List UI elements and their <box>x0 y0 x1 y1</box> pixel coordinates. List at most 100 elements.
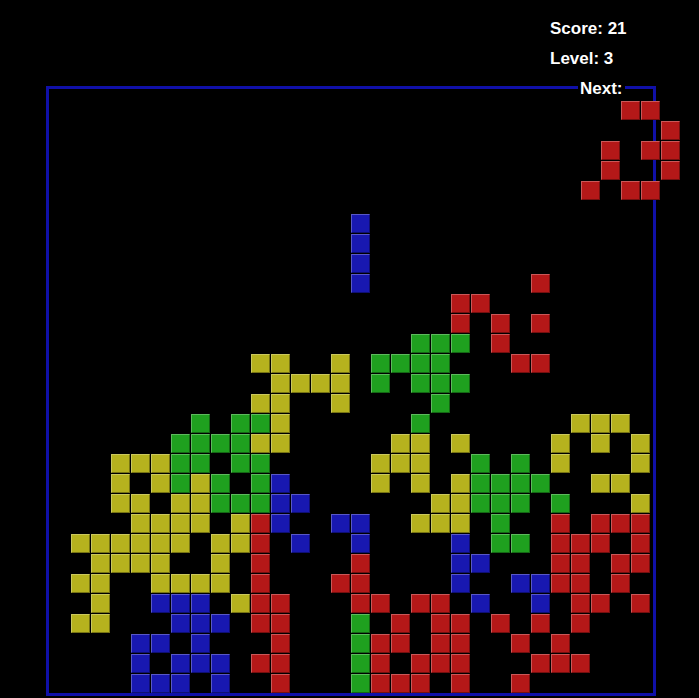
board-cell <box>330 173 350 193</box>
board-cell <box>590 553 610 573</box>
board-cell <box>250 173 270 193</box>
block <box>151 454 170 473</box>
board-cell <box>230 473 250 493</box>
board-cell <box>310 173 330 193</box>
block <box>151 534 170 553</box>
board-cell <box>490 673 510 693</box>
board-cell <box>290 573 310 593</box>
board-cell <box>130 293 150 313</box>
board-cell <box>230 413 250 433</box>
board-cell <box>570 533 590 553</box>
board-cell <box>630 573 650 593</box>
board-cell <box>570 553 590 573</box>
board-cell <box>110 573 130 593</box>
board-cell <box>150 213 170 233</box>
board-cell <box>50 573 70 593</box>
board-cell <box>150 273 170 293</box>
board-cell <box>50 193 70 213</box>
board-cell <box>290 613 310 633</box>
board-cell <box>610 413 630 433</box>
board-cell <box>170 593 190 613</box>
board-cell <box>390 273 410 293</box>
board-cell <box>190 453 210 473</box>
board-cell <box>190 213 210 233</box>
block <box>451 474 470 493</box>
board-cell <box>310 253 330 273</box>
board-cell <box>610 533 630 553</box>
board-cell <box>470 473 490 493</box>
board-cell <box>90 313 110 333</box>
board-cell <box>130 413 150 433</box>
block <box>451 554 470 573</box>
board-cell <box>450 393 470 413</box>
board-cell <box>450 333 470 353</box>
block <box>311 374 330 393</box>
board-cell <box>410 373 430 393</box>
board-cell <box>510 153 530 173</box>
board-cell <box>550 113 570 133</box>
board-cell <box>230 613 250 633</box>
board-cell <box>290 473 310 493</box>
block <box>451 674 470 693</box>
board-cell <box>310 113 330 133</box>
board-cell <box>310 553 330 573</box>
board-cell <box>490 293 510 313</box>
board-cell <box>170 93 190 113</box>
board-cell <box>370 433 390 453</box>
block <box>571 574 590 593</box>
level-label: Level: 3 <box>548 49 615 69</box>
next-block <box>601 161 620 180</box>
board-cell <box>250 653 270 673</box>
board-cell <box>330 633 350 653</box>
board-cell <box>190 193 210 213</box>
board-cell <box>350 93 370 113</box>
board-cell <box>250 673 270 693</box>
block <box>251 594 270 613</box>
board-cell <box>430 273 450 293</box>
block <box>251 614 270 633</box>
board-cell <box>330 393 350 413</box>
block <box>591 514 610 533</box>
board-cell <box>250 353 270 373</box>
board-cell <box>370 453 390 473</box>
next-block <box>661 121 680 140</box>
block <box>631 514 650 533</box>
board-cell <box>90 333 110 353</box>
board-cell <box>530 453 550 473</box>
block <box>251 434 270 453</box>
block <box>411 454 430 473</box>
block <box>251 534 270 553</box>
block <box>231 534 250 553</box>
board-cell <box>410 153 430 173</box>
board-cell <box>270 253 290 273</box>
block <box>331 354 350 373</box>
board-cell <box>290 333 310 353</box>
board-cell <box>90 233 110 253</box>
board-cell <box>270 673 290 693</box>
board-cell <box>330 233 350 253</box>
block <box>351 654 370 673</box>
board-cell <box>390 533 410 553</box>
board-cell <box>330 513 350 533</box>
block <box>571 534 590 553</box>
board-cell <box>50 93 70 113</box>
board-cell <box>70 93 90 113</box>
board-cell <box>250 213 270 233</box>
board-cell <box>130 113 150 133</box>
block <box>471 294 490 313</box>
board-cell <box>590 393 610 413</box>
board-cell <box>50 493 70 513</box>
next-block <box>581 181 600 200</box>
board-cell <box>270 353 290 373</box>
board-cell <box>130 433 150 453</box>
board-cell <box>570 673 590 693</box>
board-cell <box>410 93 430 113</box>
board-cell <box>70 513 90 533</box>
board-cell <box>250 493 270 513</box>
board-cell <box>110 253 130 273</box>
board-cell <box>570 213 590 233</box>
board-cell <box>270 193 290 213</box>
board-cell <box>590 333 610 353</box>
block <box>91 614 110 633</box>
board-cell <box>550 193 570 213</box>
